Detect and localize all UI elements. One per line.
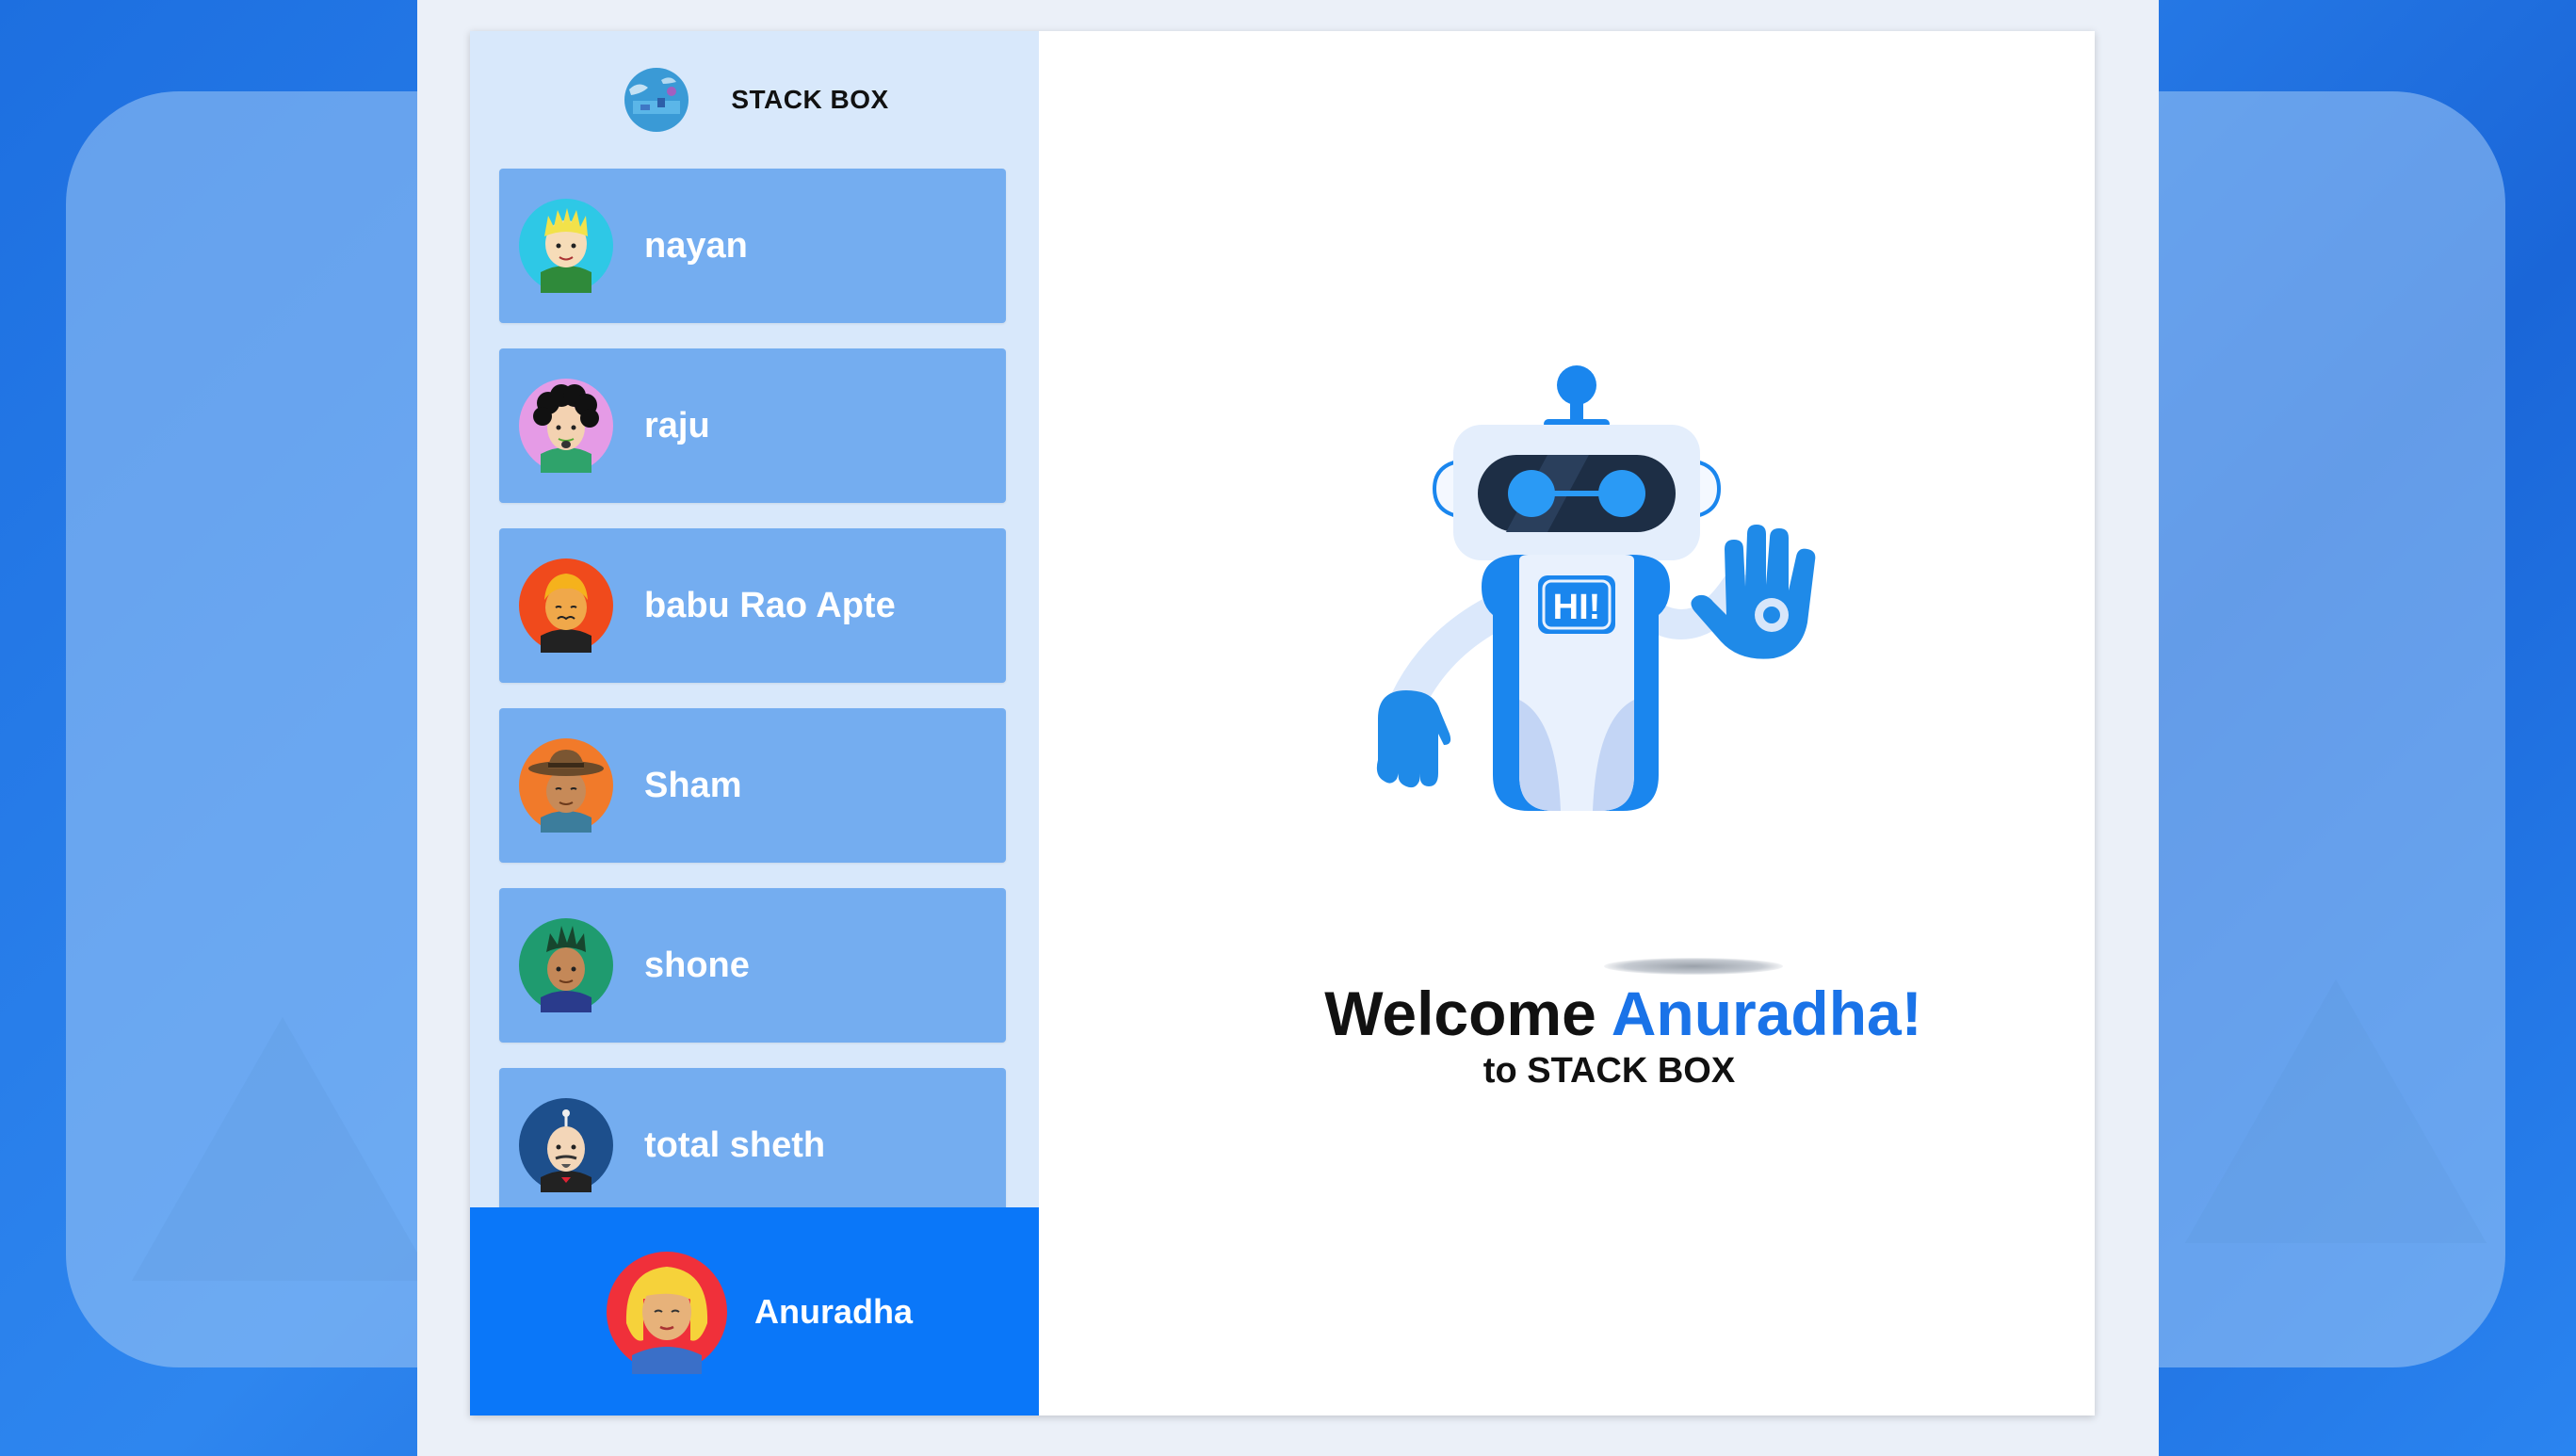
contact-name: raju	[644, 405, 710, 445]
contact-list: nayan raju babu Rao Apte Sham shone tota…	[499, 169, 1006, 1248]
welcome-greeting: Welcome	[1324, 979, 1596, 1048]
welcome-user-name: Anuradha!	[1611, 979, 1922, 1048]
robot-shadow	[1604, 958, 1783, 975]
contact-item[interactable]: total sheth	[499, 1068, 1006, 1222]
current-user-panel[interactable]: Anuradha	[470, 1207, 1039, 1416]
chat-app-window: STACK BOX nayan raju babu Rao Apte Sham …	[470, 31, 2095, 1416]
avatar-curly-hair-icon	[519, 379, 613, 473]
welcome-subtitle: to STACK BOX	[1482, 1051, 1736, 1091]
background-shape	[132, 1017, 433, 1281]
current-user-name: Anuradha	[753, 1291, 913, 1331]
background-shape	[2185, 979, 2487, 1243]
avatar-blond-boy-icon	[519, 199, 613, 293]
brand-header: STACK BOX	[470, 31, 1039, 168]
globe-logo-icon	[624, 67, 689, 132]
contact-name: shone	[644, 945, 750, 985]
contact-name: Sham	[644, 765, 742, 805]
avatar-spiky-hair-icon	[519, 918, 613, 1012]
contact-name: babu Rao Apte	[644, 585, 896, 625]
contact-name: nayan	[644, 225, 748, 266]
robot-badge-text: HI!	[1553, 588, 1601, 627]
welcome-message: Welcome Anuradha! to STACK BOX	[1039, 978, 2095, 1092]
waving-robot-illustration: HI!	[1376, 365, 1816, 811]
avatar-orange-hair-icon	[519, 558, 613, 653]
contact-item[interactable]: nayan	[499, 169, 1006, 323]
contact-item[interactable]: raju	[499, 348, 1006, 503]
contact-name: total sheth	[644, 1124, 826, 1165]
welcome-heading: Welcome Anuradha!	[1152, 978, 2095, 1049]
welcome-panel: HI! Welcome Anuradha! to STACK BOX	[1039, 31, 2095, 1416]
brand-name: STACK BOX	[731, 84, 889, 114]
contact-item[interactable]: shone	[499, 888, 1006, 1043]
avatar-blonde-woman-icon	[606, 1251, 727, 1374]
avatar-bald-old-man-icon	[519, 1098, 613, 1192]
avatar-hat-man-icon	[519, 738, 613, 833]
sidebar: STACK BOX nayan raju babu Rao Apte Sham …	[470, 31, 1039, 1416]
contact-item[interactable]: babu Rao Apte	[499, 528, 1006, 683]
contact-item[interactable]: Sham	[499, 708, 1006, 863]
